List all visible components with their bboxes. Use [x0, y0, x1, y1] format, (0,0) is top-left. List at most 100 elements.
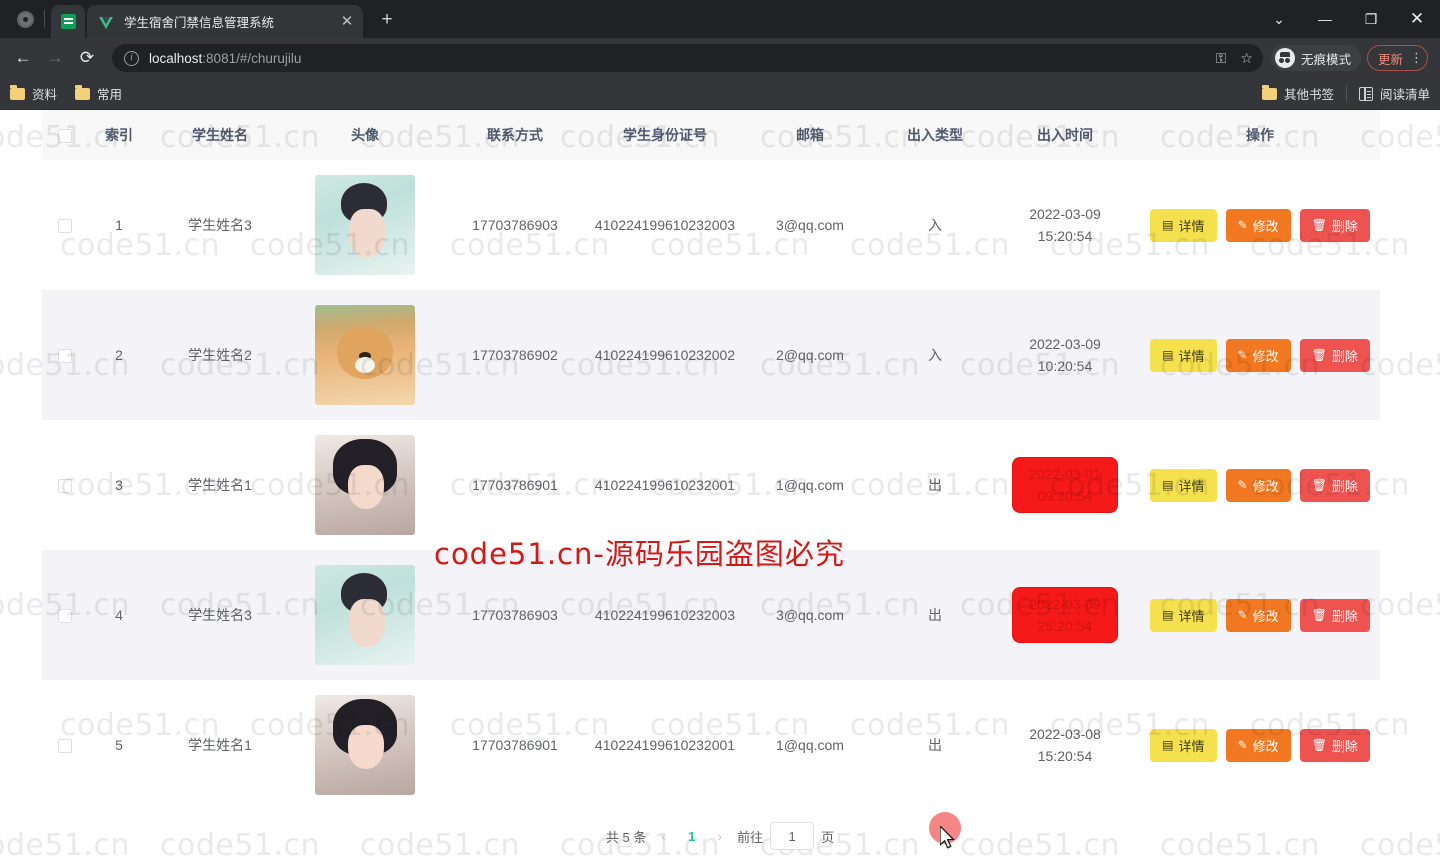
- edit-button[interactable]: ✎ 修改: [1225, 598, 1291, 632]
- url-host: localhost: [149, 50, 203, 66]
- delete-button[interactable]: 🗑 删除: [1299, 598, 1370, 632]
- update-button[interactable]: 更新 ⋮: [1366, 45, 1428, 71]
- row-checkbox[interactable]: [58, 479, 72, 494]
- window-maximize-button[interactable]: ❐: [1348, 0, 1394, 38]
- edit-button[interactable]: ✎ 修改: [1225, 728, 1291, 762]
- detail-button[interactable]: ▤ 详情: [1150, 598, 1217, 632]
- row-checkbox[interactable]: [58, 739, 72, 754]
- cell-idcard: 410224199610232003: [590, 550, 740, 680]
- cell-ops: ▤ 详情 ✎ 修改 🗑 删除: [1140, 680, 1380, 810]
- incognito-icon: [1274, 48, 1295, 68]
- delete-button[interactable]: 🗑 删除: [1299, 728, 1370, 762]
- avatar[interactable]: [315, 695, 415, 795]
- browser-toolbar: ← → ⟳ i localhost:8081/#/churujilu ⚿ ☆ 无…: [0, 38, 1440, 78]
- cell-name: 学生姓名3: [150, 160, 290, 290]
- delete-button[interactable]: 🗑 删除: [1299, 468, 1370, 502]
- delete-label: 删除: [1331, 608, 1358, 624]
- bookmark-item-0[interactable]: 资料: [10, 84, 57, 103]
- row-select-cell: [42, 160, 88, 290]
- row-actions: ▤ 详情 ✎ 修改 🗑 删除: [1144, 468, 1376, 502]
- column-header-ops: 操作: [1140, 110, 1380, 160]
- edit-button[interactable]: ✎ 修改: [1225, 338, 1291, 372]
- cell-email: 2@qq.com: [740, 290, 880, 420]
- delete-button[interactable]: 🗑 删除: [1299, 338, 1370, 372]
- pagination-page-1[interactable]: 1: [681, 829, 703, 844]
- cell-time: 2022-03-09 15:20:54: [990, 160, 1140, 290]
- edit-button[interactable]: ✎ 修改: [1225, 468, 1291, 502]
- edit-icon: ✎: [1237, 218, 1248, 232]
- bookmarks-divider: [1345, 85, 1347, 102]
- vue-favicon-icon: [97, 13, 115, 31]
- reload-button[interactable]: ⟳: [72, 43, 102, 73]
- detail-button[interactable]: ▤ 详情: [1150, 728, 1217, 762]
- avatar[interactable]: [315, 565, 415, 665]
- reading-list-button[interactable]: 阅读清单: [1358, 84, 1430, 103]
- cell-type: 出: [880, 550, 990, 680]
- row-select-cell: [42, 680, 88, 810]
- detail-icon: ▤: [1162, 738, 1174, 752]
- table-row: 3 学生姓名1 17703786901 410224199610232001 1@qq.…: [42, 420, 1380, 550]
- detail-label: 详情: [1178, 608, 1205, 624]
- forward-button[interactable]: →: [40, 43, 70, 73]
- pagination-next-button[interactable]: ›: [714, 829, 726, 844]
- column-header-avatar: 头像: [290, 110, 440, 160]
- detail-icon: ▤: [1162, 218, 1174, 232]
- window-minimize-button[interactable]: —: [1302, 0, 1348, 38]
- row-checkbox[interactable]: [58, 219, 72, 234]
- cell-idcard: 410224199610232002: [590, 290, 740, 420]
- avatar[interactable]: [315, 175, 415, 275]
- delete-label: 删除: [1331, 348, 1358, 364]
- pagination-prev-button[interactable]: ‹: [657, 829, 669, 844]
- avatar[interactable]: [315, 305, 415, 405]
- password-key-icon[interactable]: ⚿: [1216, 50, 1227, 67]
- cell-avatar: [290, 550, 440, 680]
- bookmark-item-1[interactable]: 常用: [75, 84, 122, 103]
- detail-label: 详情: [1178, 738, 1205, 754]
- cell-time: 2022-03-09 25:20:54: [990, 550, 1140, 680]
- back-button[interactable]: ←: [8, 43, 38, 73]
- edit-icon: ✎: [1237, 738, 1248, 752]
- detail-button[interactable]: ▤ 详情: [1150, 208, 1217, 242]
- pagination-goto-input[interactable]: [770, 822, 815, 850]
- row-checkbox[interactable]: [58, 609, 72, 624]
- cell-email: 1@qq.com: [740, 420, 880, 550]
- edit-button[interactable]: ✎ 修改: [1225, 208, 1291, 242]
- cell-avatar: [290, 290, 440, 420]
- window-close-button[interactable]: ✕: [1394, 0, 1440, 38]
- row-checkbox[interactable]: [58, 349, 72, 364]
- select-all-checkbox[interactable]: [58, 129, 72, 144]
- row-select-cell: [42, 290, 88, 420]
- cell-type: 入: [880, 160, 990, 290]
- incognito-indicator[interactable]: 无痕模式: [1270, 45, 1361, 71]
- edit-label: 修改: [1252, 478, 1279, 494]
- reading-list-icon: [1358, 86, 1373, 101]
- browser-tab-active[interactable]: 学生宿舍门禁信息管理系统 ✕: [87, 5, 363, 38]
- detail-button[interactable]: ▤ 详情: [1150, 338, 1217, 372]
- pagination-goto-label: 前往: [737, 829, 764, 845]
- cell-index: 3: [88, 420, 150, 550]
- bookmark-star-icon[interactable]: ☆: [1240, 50, 1253, 67]
- browser-tab-title: 学生宿舍门禁信息管理系统: [124, 16, 275, 30]
- cell-index: 4: [88, 550, 150, 680]
- cell-index: 2: [88, 290, 150, 420]
- browser-tab-sheets[interactable]: [51, 5, 85, 38]
- tab-close-icon[interactable]: ✕: [337, 12, 357, 32]
- site-info-icon[interactable]: i: [124, 50, 139, 66]
- delete-button[interactable]: 🗑 删除: [1299, 208, 1370, 242]
- folder-icon: [1261, 85, 1277, 100]
- cell-type: 出: [880, 680, 990, 810]
- address-bar[interactable]: i localhost:8081/#/churujilu ⚿ ☆: [112, 44, 1263, 72]
- browser-menu-icon[interactable]: ⋮: [1410, 50, 1423, 66]
- new-tab-button[interactable]: +: [373, 7, 401, 35]
- cell-idcard: 410224199610232001: [590, 680, 740, 810]
- table-row: 1 学生姓名3 17703786903 410224199610232003 3@qq.…: [42, 160, 1380, 290]
- detail-button[interactable]: ▤ 详情: [1150, 468, 1217, 502]
- trash-icon: 🗑: [1311, 218, 1327, 232]
- update-label: 更新: [1377, 52, 1403, 67]
- detail-icon: ▤: [1162, 608, 1174, 622]
- chevron-down-icon[interactable]: ⌄: [1256, 0, 1302, 38]
- browser-tabstrip: 学生宿舍门禁信息管理系统 ✕ + ⌄ — ❐ ✕: [0, 0, 1440, 38]
- cell-type: 入: [880, 290, 990, 420]
- avatar[interactable]: [315, 435, 415, 535]
- other-bookmarks-button[interactable]: 其他书签: [1261, 84, 1334, 103]
